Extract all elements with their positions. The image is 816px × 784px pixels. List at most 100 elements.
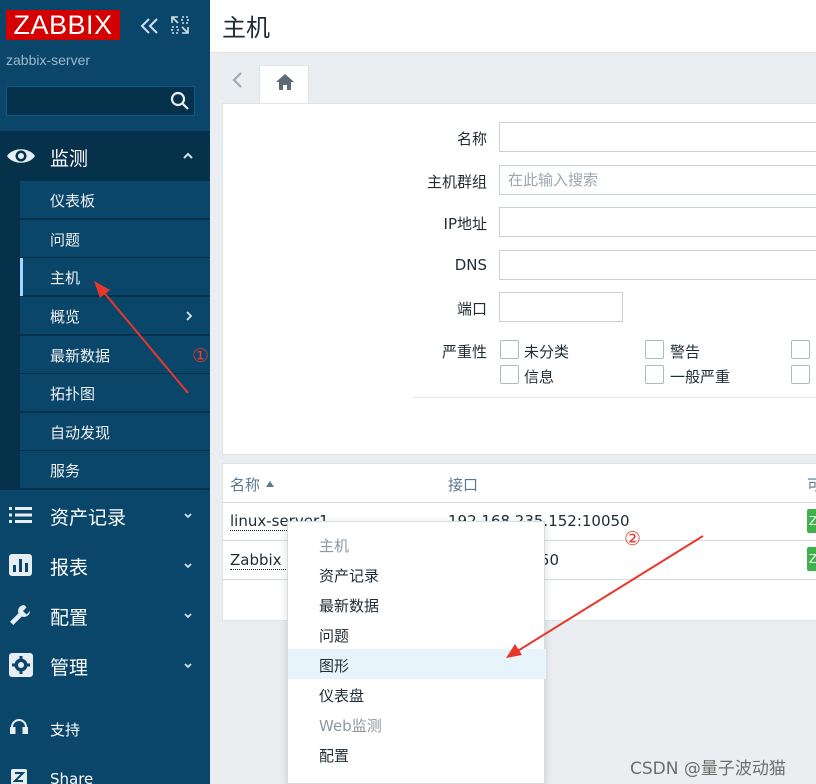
menu-configuration-label: 配置 xyxy=(50,607,89,629)
submenu-item-problems[interactable]: 问题 xyxy=(20,220,210,258)
severity-information-label: 信息 xyxy=(524,368,555,386)
filter-ip-field[interactable] xyxy=(499,207,816,237)
menu-administration[interactable]: 管理 xyxy=(0,640,210,690)
severity-not-classified-label: 未分类 xyxy=(524,343,570,361)
severity-warning-label: 警告 xyxy=(670,343,701,361)
filter-name-input[interactable] xyxy=(500,123,816,151)
menu-support[interactable]: 支持 xyxy=(0,706,210,750)
chevron-down-icon xyxy=(184,663,192,669)
filter-dns-label: DNS xyxy=(454,256,487,274)
monitoring-submenu: 仪表板 问题 主机 概览 最新数据 拓扑图 自动发现 服务 xyxy=(0,181,210,490)
severity-average-checkbox[interactable] xyxy=(645,365,664,384)
filter-port-label: 端口 xyxy=(456,300,487,318)
sidebar-search-input[interactable] xyxy=(7,87,167,115)
watermark: CSDN @量子波动猫 xyxy=(630,759,786,779)
menu-share-label: Share xyxy=(50,770,94,784)
menu-inventory-label: 资产记录 xyxy=(50,507,127,529)
filter-port-input[interactable] xyxy=(500,293,622,321)
submenu-item-maps[interactable]: 拓扑图 xyxy=(20,374,210,412)
filter-dns-field[interactable] xyxy=(499,250,816,280)
filter-name-label: 名称 xyxy=(456,130,487,148)
filter-panel: 名称 主机群组 IP地址 DNS 端口 严重性 未分类 警告 信息 一般严重 xyxy=(222,103,816,455)
sort-ascending-icon xyxy=(266,481,274,487)
menu-reports[interactable]: 报表 xyxy=(0,540,210,590)
context-menu-item-label: 问题 xyxy=(319,627,350,645)
context-menu-header: 主机 xyxy=(288,529,546,559)
filter-port-field[interactable] xyxy=(499,292,623,322)
table-header-divider xyxy=(223,502,816,503)
menu-share[interactable]: Share xyxy=(0,756,210,784)
filter-hostgroup-input[interactable] xyxy=(500,166,816,194)
context-menu-item-graphs[interactable]: 图形 xyxy=(288,649,546,679)
context-menu-header-label: 主机 xyxy=(319,537,350,555)
chevron-right-icon xyxy=(186,311,193,321)
column-header-name[interactable]: 名称 xyxy=(230,474,260,495)
headset-icon xyxy=(10,719,28,734)
zabbix-logo[interactable]: ZABBIX xyxy=(6,10,120,40)
menu-support-label: 支持 xyxy=(50,721,81,739)
eye-icon xyxy=(7,149,35,163)
collapse-sidebar-icon[interactable] xyxy=(138,14,162,38)
context-menu-item-label: 配置 xyxy=(319,747,350,765)
host-name-link[interactable]: Zabbix s xyxy=(230,551,295,570)
context-menu-item-inventory[interactable]: 资产记录 xyxy=(288,559,546,589)
context-menu-item-label: 仪表盘 xyxy=(319,687,365,705)
annotation-step-2: ② xyxy=(624,528,642,550)
context-menu-item-problems[interactable]: 问题 xyxy=(288,619,546,649)
submenu-item-label: 服务 xyxy=(50,462,81,480)
server-name: zabbix-server xyxy=(6,52,91,68)
filter-ip-input[interactable] xyxy=(500,208,816,236)
chevron-down-icon xyxy=(184,563,192,569)
filter-divider xyxy=(413,397,816,398)
submenu-item-latest-data[interactable]: 最新数据 xyxy=(20,336,210,374)
context-menu-item-dashboards[interactable]: 仪表盘 xyxy=(288,679,546,709)
severity-information-checkbox[interactable] xyxy=(500,365,519,384)
page-title: 主机 xyxy=(222,14,270,42)
severity-not-classified-checkbox[interactable] xyxy=(500,340,519,359)
tabs-scroll-left-icon[interactable] xyxy=(228,70,248,90)
menu-inventory[interactable]: 资产记录 xyxy=(0,490,210,540)
filter-dns-input[interactable] xyxy=(500,251,816,279)
context-menu-item-latest-data[interactable]: 最新数据 xyxy=(288,589,546,619)
context-menu-item-label: 资产记录 xyxy=(319,567,380,585)
gear-icon xyxy=(9,653,33,677)
context-menu-item-label: Web监测 xyxy=(319,717,382,735)
submenu-item-label: 主机 xyxy=(50,269,81,287)
search-icon[interactable] xyxy=(170,91,190,111)
filter-hostgroup-label: 主机群组 xyxy=(426,173,487,191)
filter-name-field[interactable] xyxy=(499,122,816,152)
menu-monitoring[interactable]: 监测 xyxy=(0,131,210,181)
submenu-item-label: 问题 xyxy=(50,231,81,249)
severity-warning-checkbox[interactable] xyxy=(645,340,664,359)
sidebar: ZABBIX zabbix-server 监测 仪表板 问题 主机 概览 最新数… xyxy=(0,0,210,784)
column-header-interface: 接口 xyxy=(448,476,479,494)
submenu-item-label: 拓扑图 xyxy=(50,385,96,403)
context-menu-item-web: Web监测 xyxy=(288,709,546,739)
page-header: 主机 xyxy=(210,0,816,53)
submenu-item-discovery[interactable]: 自动发现 xyxy=(20,413,210,451)
severity-average-label: 一般严重 xyxy=(670,368,731,386)
kiosk-mode-icon[interactable] xyxy=(170,15,190,35)
submenu-item-services[interactable]: 服务 xyxy=(20,451,210,489)
filter-home-tab[interactable] xyxy=(259,65,309,104)
filter-hostgroup-field[interactable] xyxy=(499,165,816,195)
annotation-step-1: ① xyxy=(192,345,210,367)
context-menu-item-configuration[interactable]: 配置 xyxy=(288,739,546,769)
menu-configuration[interactable]: 配置 xyxy=(0,590,210,640)
menu-administration-label: 管理 xyxy=(50,657,89,679)
share-icon xyxy=(11,769,27,784)
availability-badge: Z xyxy=(807,547,816,571)
home-icon xyxy=(276,74,294,90)
severity-high-checkbox[interactable] xyxy=(791,340,810,359)
filter-severity-label: 严重性 xyxy=(441,343,487,361)
submenu-item-label: 最新数据 xyxy=(50,347,111,365)
submenu-item-overview[interactable]: 概览 xyxy=(20,297,210,335)
submenu-item-dashboard[interactable]: 仪表板 xyxy=(20,181,210,219)
list-icon xyxy=(9,507,32,523)
context-menu-item-label: 最新数据 xyxy=(319,597,380,615)
wrench-icon xyxy=(10,605,30,625)
submenu-item-hosts[interactable]: 主机 xyxy=(20,258,210,296)
sidebar-search xyxy=(6,86,195,116)
severity-disaster-checkbox[interactable] xyxy=(791,365,810,384)
chevron-up-icon xyxy=(183,152,193,159)
